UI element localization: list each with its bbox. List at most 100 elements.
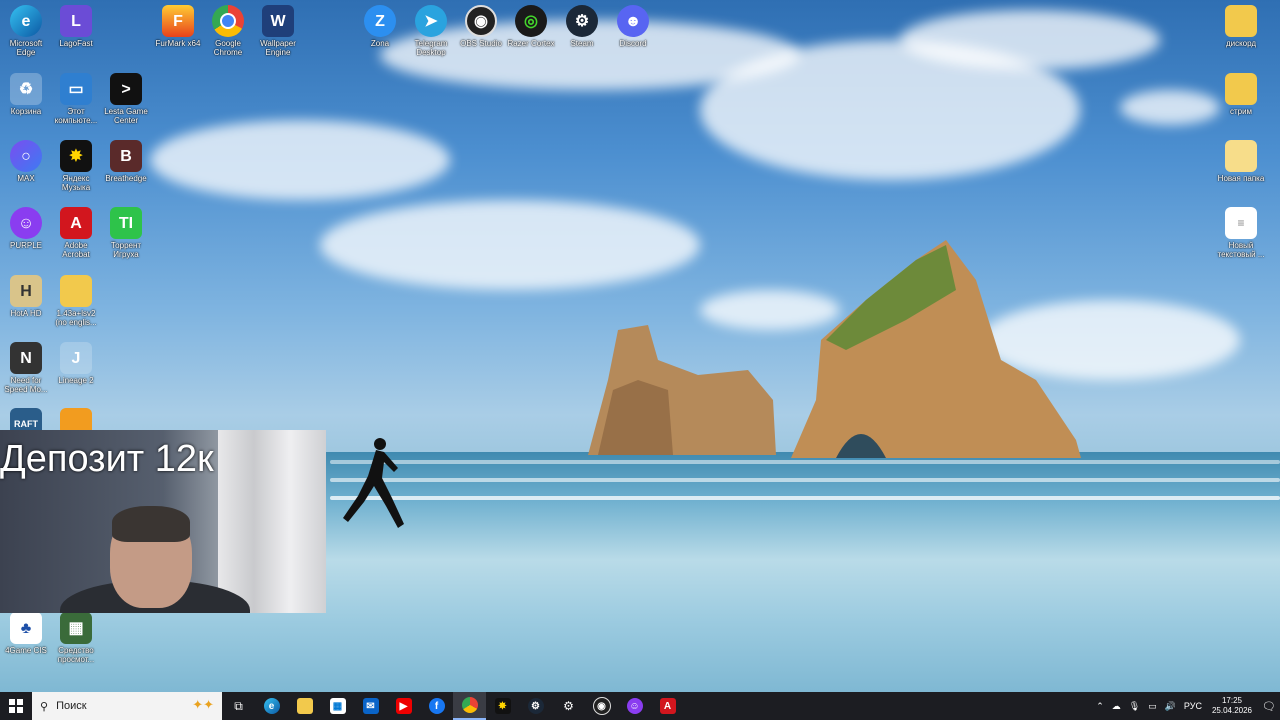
icon-label: Новый текстовый ... bbox=[1217, 241, 1265, 259]
folder-icon bbox=[60, 275, 92, 307]
folder-icon bbox=[296, 698, 313, 714]
taskbar-purple[interactable]: ☺ bbox=[618, 692, 651, 720]
desktop-icon-purple[interactable]: ☺ PURPLE bbox=[0, 207, 52, 250]
desktop-icon-recycle-bin[interactable]: ♻ Корзина bbox=[0, 73, 52, 116]
cloud bbox=[900, 10, 1160, 70]
desktop-icon-lesta[interactable]: > Lesta Game Center bbox=[100, 73, 152, 125]
surf-line bbox=[330, 478, 1280, 482]
desktop-icon-max[interactable]: ○ MAX bbox=[0, 140, 52, 183]
folder-icon bbox=[1225, 5, 1257, 37]
icon-label: Google Chrome bbox=[213, 39, 243, 57]
icon-label: OBS Studio bbox=[460, 39, 502, 48]
icon-label: 4Game CIS bbox=[5, 646, 47, 655]
lesta-icon: > bbox=[110, 73, 142, 105]
search-highlight-icon: ✦✦ bbox=[192, 697, 214, 712]
purple-icon: ☺ bbox=[10, 207, 42, 239]
desktop-icon-viewer[interactable]: ▦ Средство просмот... bbox=[50, 612, 102, 664]
icon-label: Zona bbox=[370, 39, 390, 48]
desktop-icon-furmark[interactable]: F FurMark x64 bbox=[152, 5, 204, 48]
icon-label: Этот компьюте... bbox=[54, 107, 98, 125]
desktop-icon-razer[interactable]: ◎ Razer Cortex bbox=[505, 5, 557, 48]
desktop-icon-discord-folder[interactable]: дискорд bbox=[1215, 5, 1267, 48]
desktop-icon-new-text[interactable]: ≡ Новый текстовый ... bbox=[1215, 207, 1267, 259]
desktop-icon-breathedge[interactable]: B Breathedge bbox=[100, 140, 152, 183]
taskbar-yandex-music[interactable]: ✸ bbox=[486, 692, 519, 720]
telegram-icon: ➤ bbox=[415, 5, 447, 37]
desktop-icon-lineage[interactable]: J Lineage 2 bbox=[50, 342, 102, 385]
icon-label: Microsoft Edge bbox=[9, 39, 43, 57]
icon-label: стрим bbox=[1229, 107, 1253, 116]
taskbar-youtube[interactable]: ▶ bbox=[387, 692, 420, 720]
network-icon[interactable]: ▭ bbox=[1148, 701, 1157, 712]
4game-icon: ♣ bbox=[10, 612, 42, 644]
start-button[interactable] bbox=[0, 692, 32, 720]
language-indicator[interactable]: РУС bbox=[1184, 701, 1202, 711]
desktop-icon-hota[interactable]: H HotA HD bbox=[0, 275, 52, 318]
store-icon: ▦ bbox=[329, 698, 346, 714]
desktop-icon-telegram[interactable]: ➤ Telegram Desktop bbox=[405, 5, 457, 57]
cloud-icon[interactable]: ☁ bbox=[1112, 701, 1121, 712]
desktop-icon-torrent[interactable]: TI Торрент Игруха bbox=[100, 207, 152, 259]
max-icon: ○ bbox=[10, 140, 42, 172]
icon-label: Need for Speed Mo... bbox=[4, 376, 48, 394]
search-icon: ⚲ bbox=[40, 700, 49, 713]
steam-icon: ⚙ bbox=[566, 5, 598, 37]
taskbar-steam[interactable]: ⚙ bbox=[519, 692, 552, 720]
desktop-icon-edge[interactable]: e Microsoft Edge bbox=[0, 5, 52, 57]
icon-label: Adobe Acrobat bbox=[62, 241, 90, 259]
taskbar-facebook[interactable]: f bbox=[420, 692, 453, 720]
chevron-up-icon[interactable]: ⌃ bbox=[1096, 701, 1104, 712]
taskbar-obs[interactable]: ◉ bbox=[585, 692, 618, 720]
taskbar-acrobat[interactable]: A bbox=[651, 692, 684, 720]
facebook-icon: f bbox=[428, 698, 445, 714]
desktop-icon-nfs[interactable]: N Need for Speed Mo... bbox=[0, 342, 52, 394]
desktop-icon-yandex-music[interactable]: ✸ Яндекс Музыка bbox=[50, 140, 102, 192]
desktop-icon-zona[interactable]: Z Zona bbox=[354, 5, 406, 48]
computer-icon: ▭ bbox=[60, 73, 92, 105]
microphone-icon[interactable]: 🎙 bbox=[1129, 701, 1140, 712]
icon-label: Торрент Игруха bbox=[110, 241, 142, 259]
desktop-icon-new-folder[interactable]: Новая папка bbox=[1215, 140, 1267, 183]
lineage-icon: J bbox=[60, 342, 92, 374]
folder-icon bbox=[1225, 73, 1257, 105]
icon-label: Новая папка bbox=[1217, 174, 1265, 183]
icon-label: Razer Cortex bbox=[507, 39, 555, 48]
clock[interactable]: 17:25 25.04.2026 bbox=[1212, 696, 1252, 716]
icon-label: Lineage 2 bbox=[58, 376, 94, 385]
taskbar-chrome[interactable] bbox=[453, 692, 486, 720]
recycle-bin-icon: ♻ bbox=[10, 73, 42, 105]
search-box[interactable]: ⚲ Поиск ✦✦ bbox=[32, 692, 222, 720]
desktop-icon-stream[interactable]: стрим bbox=[1215, 73, 1267, 116]
clock-time: 17:25 bbox=[1221, 696, 1242, 705]
icon-label: Steam bbox=[570, 39, 594, 48]
torrent-icon: TI bbox=[110, 207, 142, 239]
desktop-icon-steam[interactable]: ⚙ Steam bbox=[556, 5, 608, 48]
taskbar-settings[interactable]: ⚙ bbox=[552, 692, 585, 720]
desktop-icon-discord[interactable]: ☻ Discord bbox=[607, 5, 659, 48]
taskbar-file-explorer[interactable] bbox=[288, 692, 321, 720]
chrome-icon bbox=[461, 697, 478, 713]
desktop-icon-wallpaper-engine[interactable]: W Wallpaper Engine bbox=[252, 5, 304, 57]
discord-icon: ☻ bbox=[617, 5, 649, 37]
task-view-icon: ⧉ bbox=[234, 698, 243, 713]
taskbar-edge[interactable]: e bbox=[255, 692, 288, 720]
folder-icon bbox=[1225, 140, 1257, 172]
desktop-icon-this-pc[interactable]: ▭ Этот компьюте... bbox=[50, 73, 102, 125]
desktop-icon-lagofast[interactable]: L LagoFast bbox=[50, 5, 102, 48]
icon-label: 1.43a+lsv2 (no englis... bbox=[55, 309, 97, 327]
rock-left bbox=[588, 325, 776, 455]
desktop-icon-folder-lsv2[interactable]: 1.43a+lsv2 (no englis... bbox=[50, 275, 102, 327]
taskbar-store[interactable]: ▦ bbox=[321, 692, 354, 720]
volume-icon[interactable]: 🔊 bbox=[1165, 701, 1176, 712]
wallpaper-engine-icon: W bbox=[262, 5, 294, 37]
desktop-icon-obs[interactable]: ◉ OBS Studio bbox=[455, 5, 507, 48]
desktop-icon-chrome[interactable]: Google Chrome bbox=[202, 5, 254, 57]
icon-label: Средство просмот... bbox=[57, 646, 95, 664]
task-view-button[interactable]: ⧉ bbox=[222, 692, 255, 720]
gear-icon: ⚙ bbox=[563, 699, 574, 713]
desktop-icon-4game[interactable]: ♣ 4Game CIS bbox=[0, 612, 52, 655]
desktop-icon-acrobat[interactable]: A Adobe Acrobat bbox=[50, 207, 102, 259]
taskbar-mail[interactable]: ✉ bbox=[354, 692, 387, 720]
notification-icon[interactable]: 🗨 bbox=[1258, 700, 1280, 713]
rock-right bbox=[791, 240, 1081, 458]
